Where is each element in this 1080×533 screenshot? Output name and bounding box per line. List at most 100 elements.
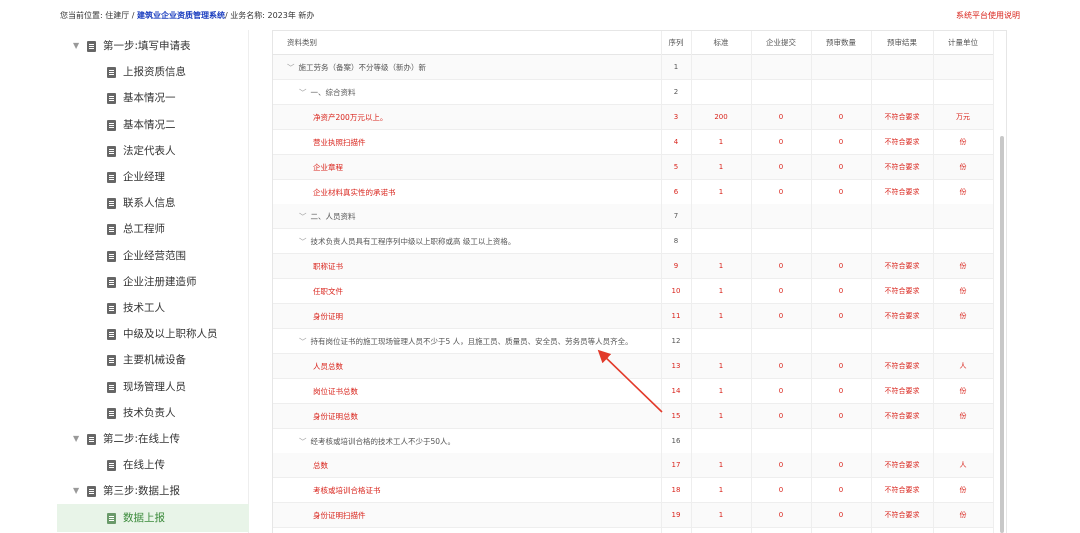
cell-result: 不符合要求 [884, 486, 920, 495]
cell-seq: 1 [673, 63, 679, 71]
breadcrumb-system-link[interactable]: 建筑业企业资质管理系统 [137, 11, 225, 20]
sidebar-item[interactable]: 基本情况一 [57, 84, 249, 112]
sidebar-item[interactable]: 基本情况二 [57, 111, 249, 139]
breadcrumb-suffix: / 业务名称: 2023年 新办 [225, 11, 315, 20]
breadcrumb: 您当前位置: 住建厅 / 建筑业企业资质管理系统/ 业务名称: 2023年 新办… [60, 8, 1020, 24]
row-name: 身份证明总数 [313, 411, 358, 421]
cell-std: 1 [718, 361, 724, 370]
cell-result: 不符合要求 [884, 162, 920, 171]
row-name: 身份证明扫描件 [313, 511, 366, 521]
sidebar-item[interactable]: 现场管理人员 [57, 373, 249, 401]
table-row[interactable]: ﹀ 技术负责人员具有工程序列中级以上职称或高 级工以上资格。 8 [273, 229, 993, 255]
sidebar-item[interactable]: 主要机械设备 [57, 346, 249, 374]
cell-pre: 0 [838, 262, 844, 271]
sidebar-item[interactable]: 数据上报 [57, 503, 249, 532]
sidebar-item[interactable]: 企业经营范围 [57, 242, 249, 270]
table-row[interactable]: ﹀ 施工劳务（备案）不分等级（新办）新 1 [273, 55, 993, 80]
cell-result: 不符合要求 [884, 312, 920, 320]
table-row[interactable]: ﹀ 一、综合资料 2 [273, 80, 993, 105]
cell-name: 考核或培训合格证书 [273, 478, 661, 503]
table-row[interactable]: 职称证书 9 1 0 0 不符合要求 份 [273, 254, 993, 280]
document-icon [107, 250, 116, 262]
cell-seq: 12 [671, 336, 681, 345]
cell-seq: 6 [673, 187, 679, 196]
sidebar-item[interactable]: 总工程师 [57, 215, 249, 243]
sidebar-item-label: 法定代表人 [123, 144, 176, 157]
chevron-down-icon[interactable]: ▼ [73, 32, 79, 60]
cell-pre: 0 [838, 137, 844, 146]
sidebar-item[interactable]: 法定代表人 [57, 137, 249, 165]
chevron-down-icon[interactable]: ﹀ [287, 63, 295, 72]
sidebar-item[interactable]: ▼ 第三步:数据上报 [57, 477, 249, 505]
sidebar-item[interactable]: ▼ 第一步:填写申请表 [57, 32, 249, 60]
sidebar-item-label: 企业经营范围 [123, 249, 186, 262]
sidebar-item-label: 第二步:在线上传 [103, 433, 181, 445]
help-link[interactable]: 系统平台使用说明 [956, 8, 1020, 24]
table-row[interactable]: 身份证明 11 1 0 0 不符合要求份 [273, 304, 993, 329]
sidebar-item-label: 现场管理人员 [123, 380, 186, 393]
sidebar-item-label: 技术负责人 [123, 406, 176, 419]
table-row[interactable]: ﹀ 持有岗位证书的施工现场管理人员不少于5 人，且施工员、质量员、安全员、劳务员等… [273, 329, 993, 354]
table-row[interactable]: 净资产200万元以上。 3 200 0 0 不符合要求 万元 [273, 104, 993, 130]
table-row[interactable]: 企业材料真实性的承诺书 6 1 0 0 不符合要求 份 [273, 180, 993, 205]
cell-name: 身份证明总数 [273, 404, 661, 429]
sidebar-item[interactable]: 在线上传 [57, 451, 249, 479]
scrollbar[interactable] [1000, 136, 1004, 533]
cell-result: 不符合要求 [884, 361, 920, 370]
requirements-table: 资料类别 序列 标准 企业提交 预审数量 预审结果 计量单位 ﹀ 施工劳务（备案）不分等级（新… [272, 30, 1007, 533]
sidebar-item[interactable]: 企业注册建造师 [57, 268, 249, 296]
table-row[interactable]: ﹀ 经考核或培训合格的技术工人不少于50人。 16 [273, 429, 993, 454]
table-row[interactable]: 总数 17 1 0 0 不符合要求 人 [273, 453, 993, 479]
cell-result: 不符合要求 [884, 137, 920, 146]
row-name: 经考核或培训合格的技术工人不少于50人。 [310, 436, 456, 446]
cell-std: 1 [718, 312, 724, 320]
cell-pre: 0 [838, 187, 844, 196]
row-name: 二、人员资料 [310, 212, 356, 222]
cell-pre: 0 [838, 411, 844, 420]
cell-sub: 0 [778, 411, 784, 420]
cell-seq: 11 [671, 312, 681, 320]
cell-sub: 0 [778, 162, 784, 171]
table-header: 资料类别 序列 标准 企业提交 预审数量 预审结果 计量单位 [273, 31, 993, 55]
cell-sub: 0 [778, 262, 784, 271]
table-row[interactable]: 营业执照扫描件 4 1 0 0 不符合要求 份 [273, 130, 993, 155]
cell-pre: 0 [838, 461, 844, 470]
table-row[interactable]: 企业章程 5 1 0 0 不符合要求 份 [273, 154, 993, 180]
table-row[interactable]: ﹀ 二、人员资料 7 [273, 204, 993, 230]
chevron-down-icon[interactable]: ﹀ [299, 88, 307, 97]
document-icon [107, 93, 116, 105]
cell-result: 不符合要求 [884, 411, 920, 420]
chevron-down-icon[interactable]: ﹀ [299, 437, 307, 446]
sidebar-item[interactable]: ▼ 第二步:在线上传 [57, 425, 249, 453]
sidebar-item[interactable]: 中级及以上职称人员 [57, 320, 249, 348]
cell-sub: 0 [778, 187, 784, 196]
cell-pre: 0 [838, 162, 844, 171]
chevron-down-icon[interactable]: ﹀ [299, 337, 307, 346]
cell-pre: 0 [838, 511, 844, 520]
sidebar-item[interactable]: 联系人信息 [57, 189, 249, 217]
sidebar-item[interactable]: 上报资质信息 [57, 58, 249, 86]
table-row[interactable]: 岗位证书总数 14 1 0 0 不符合要求 份 [273, 379, 993, 404]
cell-std: 1 [718, 511, 724, 520]
sidebar-item[interactable]: 技术负责人 [57, 399, 249, 427]
chevron-down-icon[interactable]: ﹀ [299, 237, 307, 246]
row-name: 净资产200万元以上。 [313, 112, 388, 122]
table-row[interactable]: 考核或培训合格证书 18 1 0 0 不符合要求 份 [273, 478, 993, 504]
table-row[interactable]: 任职文件 10 1 0 0 不符合要求份 [273, 279, 993, 305]
chevron-down-icon[interactable]: ▼ [73, 425, 79, 453]
table-row[interactable]: 身份证明总数 15 1 0 0 不符合要求 份 [273, 403, 993, 429]
cell-unit: 份 [959, 386, 967, 395]
sidebar-item-label: 数据上报 [123, 511, 165, 524]
sidebar-item[interactable]: 技术工人 [57, 294, 249, 322]
chevron-down-icon[interactable]: ﹀ [299, 212, 307, 221]
sidebar-item-label: 在线上传 [123, 459, 165, 472]
cell-name: 净资产200万元以上。 [273, 105, 661, 130]
cell-std: 1 [718, 287, 724, 296]
cell-name: 岗位证书总数 [273, 379, 661, 404]
chevron-down-icon[interactable]: ▼ [73, 477, 79, 505]
cell-sub: 0 [778, 287, 784, 296]
sidebar-item[interactable]: 企业经理 [57, 163, 249, 191]
table-row[interactable]: 人员总数 13 1 0 0 不符合要求 人 [273, 353, 993, 379]
table-row[interactable]: 身份证明扫描件 19 1 0 0 不符合要求 份 [273, 503, 993, 529]
cell-result: 不符合要求 [884, 386, 920, 395]
